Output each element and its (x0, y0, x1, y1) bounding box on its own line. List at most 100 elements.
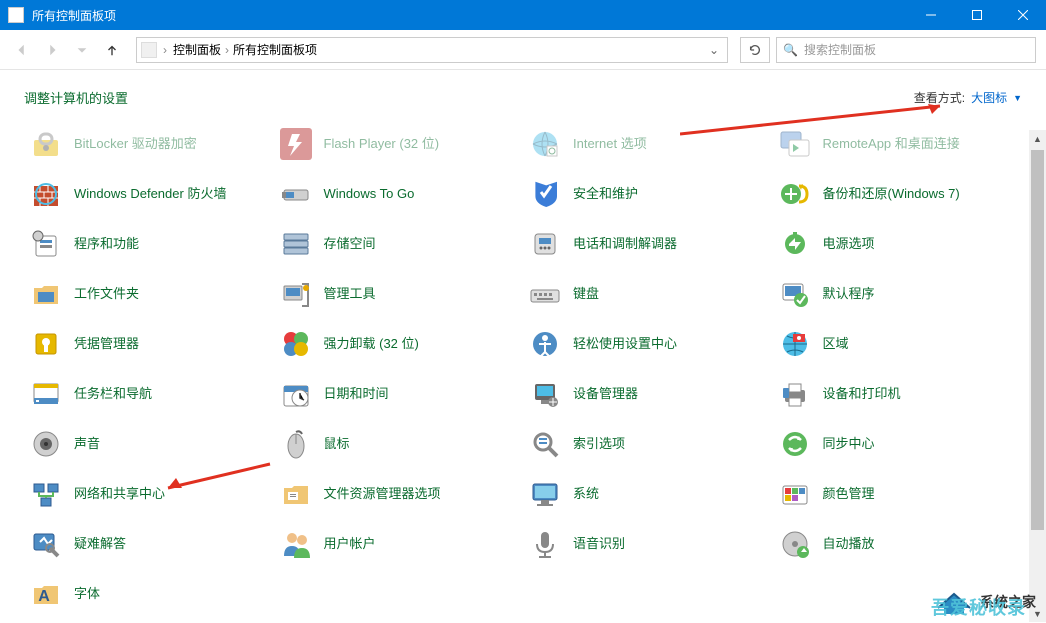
control-panel-item[interactable]: 语音识别 (523, 519, 773, 569)
view-mode-value[interactable]: 大图标 (971, 89, 1007, 106)
item-label: 任务栏和导航 (74, 386, 152, 403)
item-label: 电源选项 (823, 236, 875, 253)
control-panel-item[interactable]: Flash Player (32 位) (274, 119, 524, 169)
control-panel-item[interactable]: 凭据管理器 (24, 319, 274, 369)
control-panel-item[interactable]: 电话和调制解调器 (523, 219, 773, 269)
flash-icon (280, 128, 312, 160)
item-label: 工作文件夹 (74, 286, 139, 303)
item-label: Flash Player (32 位) (324, 136, 440, 153)
control-panel-item[interactable]: 备份和还原(Windows 7) (773, 169, 1023, 219)
control-panel-item[interactable]: 声音 (24, 419, 274, 469)
refresh-button[interactable] (740, 37, 770, 63)
control-panel-item[interactable]: Windows To Go (274, 169, 524, 219)
view-mode: 查看方式: 大图标 ▼ (914, 89, 1022, 106)
chevron-down-icon[interactable]: ▼ (1013, 93, 1022, 103)
control-panel-item[interactable]: 日期和时间 (274, 369, 524, 419)
item-label: RemoteApp 和桌面连接 (823, 136, 960, 153)
control-panel-item[interactable]: 默认程序 (773, 269, 1023, 319)
control-panel-item[interactable]: 设备和打印机 (773, 369, 1023, 419)
search-input[interactable] (804, 43, 1029, 57)
control-panel-item[interactable]: 网络和共享中心 (24, 469, 274, 519)
control-panel-item[interactable]: 键盘 (523, 269, 773, 319)
maximize-button[interactable] (954, 0, 1000, 30)
control-panel-item[interactable]: 系统 (523, 469, 773, 519)
autoplay-icon (779, 528, 811, 560)
breadcrumb-item[interactable]: 所有控制面板项 (233, 41, 317, 58)
workfolder-icon (30, 278, 62, 310)
item-label: BitLocker 驱动器加密 (74, 136, 197, 153)
control-panel-item[interactable]: BitLocker 驱动器加密 (24, 119, 274, 169)
item-label: 系统 (573, 486, 599, 503)
item-label: 疑难解答 (74, 536, 126, 553)
item-label: 键盘 (573, 286, 599, 303)
item-label: 用户帐户 (324, 536, 376, 553)
item-label: 字体 (74, 586, 100, 603)
wintogo-icon (280, 178, 312, 210)
control-panel-item[interactable]: 存储空间 (274, 219, 524, 269)
control-panel-item[interactable]: 任务栏和导航 (24, 369, 274, 419)
control-panel-item[interactable]: RemoteApp 和桌面连接 (773, 119, 1023, 169)
speech-icon (529, 528, 561, 560)
window-icon (8, 7, 24, 23)
address-dropdown[interactable]: ⌄ (705, 43, 723, 57)
control-panel-item[interactable]: 安全和维护 (523, 169, 773, 219)
troubleshoot-icon (30, 528, 62, 560)
item-label: Windows Defender 防火墙 (74, 186, 226, 203)
close-button[interactable] (1000, 0, 1046, 30)
users-icon (280, 528, 312, 560)
item-label: Internet 选项 (573, 136, 647, 153)
control-panel-item[interactable]: 同步中心 (773, 419, 1023, 469)
scrollbar-up[interactable]: ▲ (1029, 130, 1046, 147)
item-label: 凭据管理器 (74, 336, 139, 353)
control-panel-item[interactable]: 程序和功能 (24, 219, 274, 269)
control-panel-item[interactable]: 电源选项 (773, 219, 1023, 269)
item-label: 颜色管理 (823, 486, 875, 503)
nav-up-button[interactable] (100, 38, 124, 62)
control-panel-item[interactable]: Internet 选项 (523, 119, 773, 169)
region-icon (779, 328, 811, 360)
backup-icon (779, 178, 811, 210)
control-panel-item[interactable]: 文件资源管理器选项 (274, 469, 524, 519)
breadcrumb-sep: › (163, 43, 167, 57)
security-icon (529, 178, 561, 210)
control-panel-item[interactable]: Windows Defender 防火墙 (24, 169, 274, 219)
address-bar[interactable]: › 控制面板 › 所有控制面板项 ⌄ (136, 37, 728, 63)
control-panel-item[interactable]: 设备管理器 (523, 369, 773, 419)
vertical-scrollbar[interactable]: ▲ ▼ (1029, 130, 1046, 622)
item-label: 自动播放 (823, 536, 875, 553)
ease-icon (529, 328, 561, 360)
search-box[interactable]: 🔍 (776, 37, 1036, 63)
network-icon (30, 478, 62, 510)
explorer-icon (280, 478, 312, 510)
taskbar-icon (30, 378, 62, 410)
keyboard-icon (529, 278, 561, 310)
minimize-button[interactable] (908, 0, 954, 30)
mouse-icon (280, 428, 312, 460)
control-panel-item[interactable]: 疑难解答 (24, 519, 274, 569)
indexing-icon (529, 428, 561, 460)
control-panel-item[interactable]: 工作文件夹 (24, 269, 274, 319)
control-panel-item[interactable]: 颜色管理 (773, 469, 1023, 519)
storage-icon (280, 228, 312, 260)
item-label: 声音 (74, 436, 100, 453)
control-panel-item[interactable]: 索引选项 (523, 419, 773, 469)
nav-recent-button[interactable] (70, 38, 94, 62)
programs-icon (30, 228, 62, 260)
control-panel-item[interactable]: 自动播放 (773, 519, 1023, 569)
item-label: 鼠标 (324, 436, 350, 453)
control-panel-item[interactable]: 字体 (24, 569, 274, 619)
nav-back-button[interactable] (10, 38, 34, 62)
control-panel-item[interactable]: 区域 (773, 319, 1023, 369)
item-label: 同步中心 (823, 436, 875, 453)
control-panel-item[interactable]: 管理工具 (274, 269, 524, 319)
control-panel-item[interactable]: 轻松使用设置中心 (523, 319, 773, 369)
watermark-secondary: 吾爱秘收录 (931, 594, 1026, 620)
item-label: 轻松使用设置中心 (573, 336, 677, 353)
item-label: Windows To Go (324, 186, 415, 203)
scrollbar-thumb[interactable] (1031, 150, 1044, 530)
control-panel-item[interactable]: 用户帐户 (274, 519, 524, 569)
nav-forward-button[interactable] (40, 38, 64, 62)
breadcrumb-item[interactable]: 控制面板 (173, 41, 221, 58)
control-panel-item[interactable]: 鼠标 (274, 419, 524, 469)
control-panel-item[interactable]: 强力卸载 (32 位) (274, 319, 524, 369)
